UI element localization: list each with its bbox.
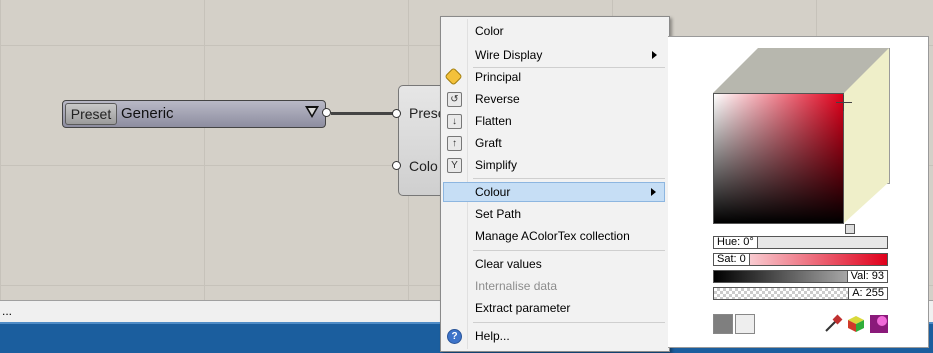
output-port[interactable] [322, 108, 331, 117]
menu-item-set-path[interactable]: Set Path [443, 204, 665, 224]
menu-item-wire-display[interactable]: Wire Display [443, 45, 665, 65]
picker-crosshair-icon[interactable] [836, 95, 852, 111]
menu-separator [473, 250, 665, 251]
menu-item-help[interactable]: ? Help... [443, 326, 665, 346]
submenu-arrow-icon [651, 188, 656, 196]
menu-item-simplify[interactable]: Y Simplify [443, 155, 665, 175]
graft-icon: ↑ [447, 136, 462, 151]
menu-item-internalise-data: Internalise data [475, 279, 558, 293]
eyedropper-icon[interactable] [823, 314, 843, 334]
simplify-icon: Y [447, 158, 462, 173]
menu-item-clear-values[interactable]: Clear values [443, 254, 665, 274]
value-label: Val: 93 [846, 271, 887, 282]
menu-item-color[interactable]: Color [443, 21, 665, 41]
input-port[interactable] [392, 109, 401, 118]
help-icon: ? [447, 329, 462, 344]
saturation-value-field[interactable] [713, 93, 844, 224]
context-menu: Color Wire Display Principal ↺ Reverse ↓… [440, 16, 670, 352]
principal-icon [444, 67, 463, 86]
reverse-icon: ↺ [447, 92, 462, 107]
input-port[interactable] [392, 161, 401, 170]
node-input-label: Colo [409, 158, 438, 174]
preset-tag: Preset [65, 103, 117, 125]
previous-colour-swatch[interactable] [713, 314, 733, 334]
submenu-arrow-icon [652, 51, 657, 59]
preset-component[interactable]: Preset Generic [62, 100, 326, 128]
saturation-label: Sat: 0 [714, 254, 750, 265]
menu-separator [473, 178, 665, 179]
menu-separator [473, 322, 665, 323]
menu-item-extract-parameter[interactable]: Extract parameter [443, 298, 665, 318]
alpha-label: A: 255 [848, 288, 887, 299]
menu-item-colour[interactable]: Colour [443, 182, 665, 202]
menu-item-graft[interactable]: ↑ Graft [443, 133, 665, 153]
alpha-slider[interactable]: A: 255 [713, 287, 888, 300]
wire [331, 112, 399, 115]
status-text: ... [2, 304, 13, 318]
current-colour-swatch[interactable] [735, 314, 755, 334]
resize-grip[interactable] [845, 224, 855, 234]
menu-item-manage-acolortex[interactable]: Manage AColorTex collection [443, 226, 665, 246]
value-slider[interactable]: Val: 93 [713, 270, 888, 283]
palette-icon[interactable] [869, 314, 889, 334]
hue-label: Hue: 0° [714, 237, 758, 248]
dropdown-arrow-icon[interactable] [305, 106, 319, 118]
menu-item-principal[interactable]: Principal [443, 67, 665, 87]
preset-value[interactable]: Generic [121, 104, 174, 124]
flatten-icon: ↓ [447, 114, 462, 129]
menu-item-reverse[interactable]: ↺ Reverse [443, 89, 665, 109]
menu-item-flatten[interactable]: ↓ Flatten [443, 111, 665, 131]
saturation-slider[interactable]: Sat: 0 [713, 253, 888, 266]
rgb-cube-icon[interactable] [846, 314, 866, 334]
hue-slider[interactable]: Hue: 0° [713, 236, 888, 249]
